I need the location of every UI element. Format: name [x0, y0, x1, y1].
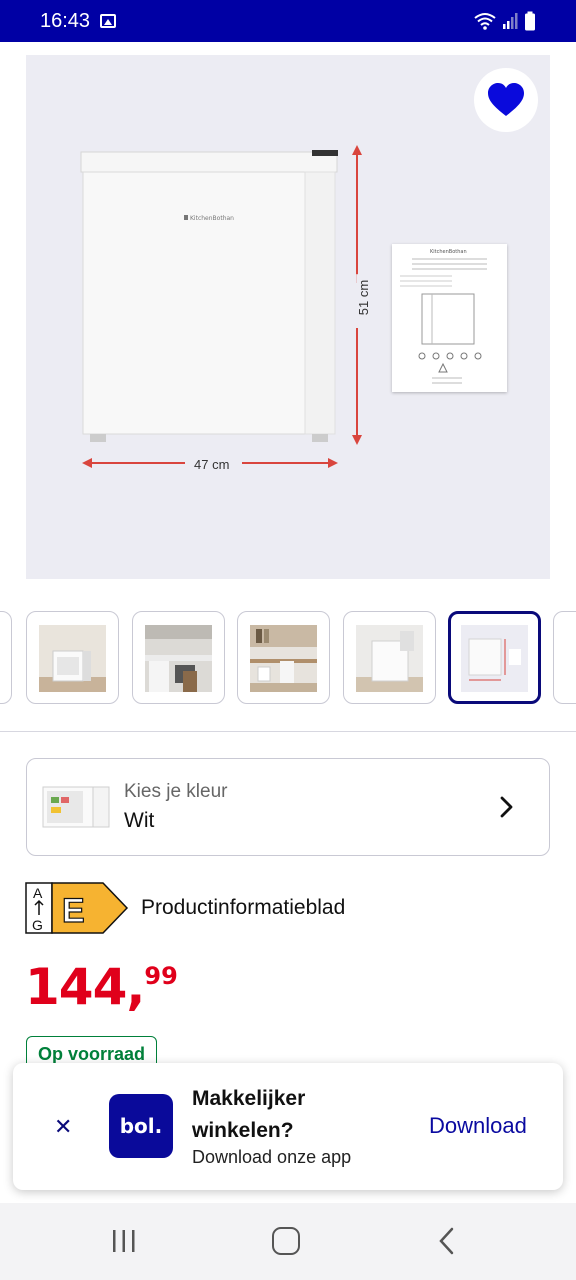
thumbnail-3[interactable]: [132, 611, 225, 704]
heart-icon: [488, 83, 524, 116]
battery-icon: [525, 11, 535, 31]
color-selector[interactable]: Kies je kleur Wit: [26, 758, 550, 856]
height-dimension-label: 51 cm: [356, 273, 372, 322]
thumbnail-5[interactable]: [343, 611, 436, 704]
download-button[interactable]: Download: [429, 1113, 527, 1139]
price-cents: 99: [144, 962, 178, 990]
thumbnail-image: [250, 625, 317, 692]
favorite-button[interactable]: [474, 68, 538, 132]
status-bar: 16:43: [0, 0, 576, 42]
thumbnail-image: [461, 625, 528, 692]
width-dimension-label: 47 cm: [188, 457, 236, 472]
dimension-arrows: [82, 145, 362, 468]
energy-label[interactable]: A G E: [25, 882, 129, 934]
thumbnail-6-active[interactable]: [448, 611, 541, 704]
section-divider: [0, 731, 576, 732]
signal-icon: [503, 13, 518, 29]
thumbnail-4[interactable]: [237, 611, 330, 704]
bol-logo: bol.: [109, 1094, 173, 1158]
status-time: 16:43: [40, 9, 91, 32]
banner-subtitle: Download onze app: [192, 1147, 352, 1167]
thumbnail-1[interactable]: [0, 611, 12, 704]
color-variant-image: [42, 786, 110, 828]
energy-scale-bottom: G: [32, 917, 43, 933]
product-page: 16:43 KitchenBothan 47 cm 51 cm KitchenB…: [0, 0, 576, 1280]
app-download-banner: ✕ bol. Makkelijker winkelen? Download on…: [13, 1063, 563, 1190]
thumbnail-image: [356, 625, 423, 692]
svg-text:KitchenBothan: KitchenBothan: [430, 249, 467, 255]
recent-apps-icon[interactable]: [110, 1229, 138, 1253]
energy-scale-top: A: [33, 885, 43, 901]
price-main: 144,: [25, 958, 145, 1016]
home-icon[interactable]: [272, 1227, 300, 1255]
back-icon[interactable]: [436, 1227, 458, 1255]
thumbnail-image: [145, 625, 212, 692]
wifi-icon: [474, 13, 496, 30]
banner-title: Makkelijker winkelen?: [192, 1087, 306, 1142]
chevron-right-icon: [500, 796, 513, 818]
thumbnail-strip[interactable]: [0, 611, 576, 705]
manual-image: KitchenBothan: [392, 244, 507, 392]
status-icons: [474, 11, 536, 31]
color-selector-label: Kies je kleur: [124, 781, 228, 802]
thumbnail-image: [39, 625, 106, 692]
close-icon[interactable]: ✕: [54, 1114, 72, 1140]
gallery-notification-icon: [100, 14, 117, 28]
product-info-sheet-link[interactable]: Productinformatieblad: [141, 896, 345, 920]
system-nav-bar: [0, 1203, 576, 1280]
thumbnail-2[interactable]: [26, 611, 119, 704]
price: 144,99: [25, 958, 178, 1016]
energy-class: E: [62, 892, 85, 930]
color-selector-value: Wit: [124, 809, 155, 832]
thumbnail-7[interactable]: [553, 611, 576, 704]
